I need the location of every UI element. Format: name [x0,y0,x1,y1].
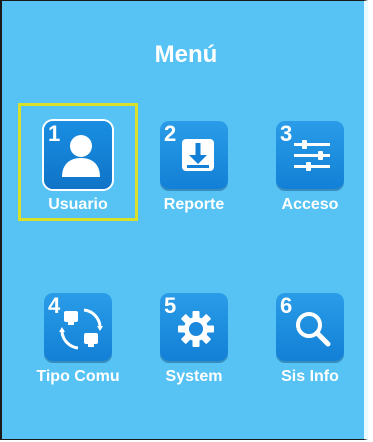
menu-item-tipo-comu[interactable]: 4 Tipo Comu [22,279,142,405]
menu-item-system-button[interactable]: 5 [160,293,228,361]
menu-item-number: 1 [48,121,61,146]
menu-item-tipo-comu-button[interactable]: 4 [44,293,112,361]
menu-item-number: 2 [164,121,177,146]
menu-item-acceso[interactable]: 3 Acceso [254,107,373,233]
menu-item-label: System [165,368,223,385]
menu-item-reporte-button[interactable]: 2 [160,121,228,189]
menu-item-number: 3 [280,121,293,146]
menu-item-number: 4 [48,293,61,318]
menu-item-sis-info-button[interactable]: 6 [276,293,344,361]
menu-item-system[interactable]: 5 System [138,279,258,405]
menu-item-number: 5 [164,293,177,318]
menu-item-label: Reporte [163,196,225,213]
menu-item-label: Tipo Comu [36,368,120,385]
menu-item-sis-info[interactable]: 6 Sis Info [254,279,373,405]
menu-item-usuario-button[interactable]: 1 [44,121,112,189]
menu-title: Menú [154,41,218,68]
menu-item-label: Acceso [281,196,339,213]
menu-item-number: 6 [280,293,293,318]
menu-screen: Menú 1 Usuario 2 Reporte 3 Acceso 4 Tipo… [0,0,368,440]
menu-item-acceso-button[interactable]: 3 [276,121,344,189]
menu-item-label: Sis Info [281,368,339,385]
menu-item-usuario[interactable]: 1 Usuario [18,103,142,233]
menu-item-label: Usuario [48,196,108,213]
menu-item-reporte[interactable]: 2 Reporte [138,107,258,233]
